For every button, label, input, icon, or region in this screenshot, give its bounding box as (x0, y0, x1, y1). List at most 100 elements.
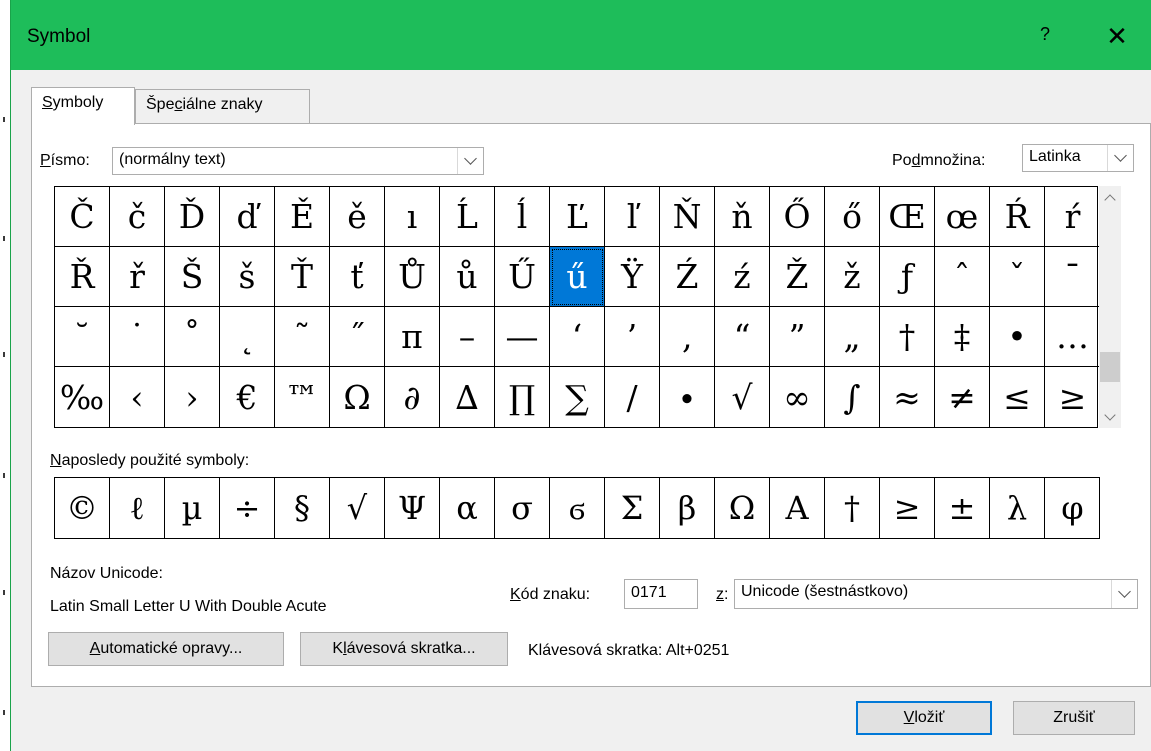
symbol-cell[interactable]: › (165, 367, 220, 427)
insert-button[interactable]: Vložiť (856, 701, 992, 735)
symbol-cell[interactable]: ˝ (330, 307, 385, 367)
symbol-cell[interactable]: č (110, 187, 165, 247)
subset-dropdown-arrow[interactable] (1107, 145, 1133, 171)
autocorrect-button[interactable]: Automatické opravy... (48, 632, 284, 666)
symbol-cell[interactable]: ∏ (495, 367, 550, 427)
symbol-cell[interactable]: ĺ (495, 187, 550, 247)
symbol-cell[interactable]: Ű (495, 247, 550, 307)
symbol-cell[interactable]: ˘ (55, 307, 110, 367)
symbol-cell[interactable]: ≤ (990, 367, 1045, 427)
char-code-input[interactable]: 0171 (624, 579, 698, 609)
symbol-cell[interactable]: ∆ (440, 367, 495, 427)
symbol-cell[interactable]: ™ (275, 367, 330, 427)
symbol-cell[interactable]: Č (55, 187, 110, 247)
symbol-cell[interactable]: Ď (165, 187, 220, 247)
symbol-cell[interactable]: ∕ (605, 367, 660, 427)
close-button[interactable]: ✕ (1097, 16, 1137, 56)
symbol-cell[interactable]: • (990, 307, 1045, 367)
symbol-cell[interactable]: † (880, 307, 935, 367)
recent-symbol-cell[interactable]: α (440, 478, 495, 538)
code-from-select[interactable]: Unicode (šestnástkovo) (734, 579, 1138, 609)
symbol-cell[interactable]: ž (825, 247, 880, 307)
symbol-cell[interactable]: ƒ (880, 247, 935, 307)
recent-symbol-cell[interactable]: A (770, 478, 825, 538)
symbol-cell[interactable]: ř (110, 247, 165, 307)
symbol-cell[interactable]: € (220, 367, 275, 427)
recent-symbol-cell[interactable]: β (660, 478, 715, 538)
symbol-cell[interactable]: Ÿ (605, 247, 660, 307)
symbol-cell[interactable]: Ľ (550, 187, 605, 247)
symbol-cell[interactable]: ŕ (1045, 187, 1100, 247)
symbol-cell[interactable]: ő (825, 187, 880, 247)
recent-symbol-cell[interactable]: √ (330, 478, 385, 538)
tab-special-characters[interactable]: Špeciálne znaky (135, 89, 310, 125)
symbol-cell[interactable]: Ź (660, 247, 715, 307)
symbol-cell[interactable]: “ (715, 307, 770, 367)
symbol-cell[interactable]: ť (330, 247, 385, 307)
symbol-cell[interactable]: ˚ (165, 307, 220, 367)
recent-symbol-cell[interactable]: φ (1045, 478, 1100, 538)
symbol-cell[interactable]: ‹ (110, 367, 165, 427)
symbol-cell[interactable]: ˙ (110, 307, 165, 367)
symbol-cell[interactable]: π (385, 307, 440, 367)
scroll-down-button[interactable] (1099, 406, 1121, 428)
symbol-cell[interactable]: œ (935, 187, 990, 247)
subset-select[interactable]: Latinka (1022, 144, 1134, 172)
recent-symbol-cell[interactable]: ℓ (110, 478, 165, 538)
symbol-cell[interactable]: — (495, 307, 550, 367)
symbol-cell[interactable]: š (220, 247, 275, 307)
symbol-cell[interactable]: ≠ (935, 367, 990, 427)
recent-symbol-cell[interactable]: § (275, 478, 330, 538)
recent-symbol-cell[interactable]: ϭ (550, 478, 605, 538)
symbol-cell[interactable]: ∫ (825, 367, 880, 427)
tab-symbols[interactable]: Symboly (31, 87, 135, 125)
symbol-cell[interactable]: Ő (770, 187, 825, 247)
symbol-cell[interactable]: ∞ (770, 367, 825, 427)
symbol-cell[interactable]: ď (220, 187, 275, 247)
symbol-cell[interactable]: Ů (385, 247, 440, 307)
symbol-cell[interactable]: – (440, 307, 495, 367)
symbol-cell[interactable]: √ (715, 367, 770, 427)
symbol-cell[interactable]: ˆ (935, 247, 990, 307)
scroll-up-button[interactable] (1099, 186, 1121, 208)
code-from-dropdown-arrow[interactable] (1111, 580, 1137, 608)
recent-symbol-cell[interactable]: ÷ (220, 478, 275, 538)
symbol-cell[interactable]: ˛ (220, 307, 275, 367)
symbol-cell[interactable]: ‡ (935, 307, 990, 367)
symbol-grid-scrollbar[interactable] (1099, 186, 1121, 428)
font-select[interactable]: (normálny text) (112, 147, 484, 175)
recent-symbol-cell[interactable]: Σ (605, 478, 660, 538)
font-dropdown-arrow[interactable] (457, 148, 483, 174)
symbol-cell[interactable]: ň (715, 187, 770, 247)
symbol-cell[interactable]: ź (715, 247, 770, 307)
scroll-thumb[interactable] (1100, 352, 1120, 382)
help-button[interactable]: ? (1030, 24, 1060, 45)
symbol-cell[interactable]: ˜ (275, 307, 330, 367)
symbol-cell[interactable]: Œ (880, 187, 935, 247)
symbol-cell[interactable]: ∂ (385, 367, 440, 427)
recent-symbol-cell[interactable]: Ψ (385, 478, 440, 538)
symbol-cell[interactable]: Ŕ (990, 187, 1045, 247)
symbol-cell[interactable]: ≈ (880, 367, 935, 427)
symbol-cell[interactable]: ů (440, 247, 495, 307)
symbol-cell[interactable]: „ (825, 307, 880, 367)
symbol-cell[interactable]: Ť (275, 247, 330, 307)
symbol-cell[interactable]: ľ (605, 187, 660, 247)
symbol-cell[interactable]: ‚ (660, 307, 715, 367)
recent-symbol-cell[interactable]: λ (990, 478, 1045, 538)
symbol-cell[interactable]: ‰ (55, 367, 110, 427)
recent-symbol-cell[interactable]: µ (165, 478, 220, 538)
symbol-cell[interactable]: ∙ (660, 367, 715, 427)
cancel-button[interactable]: Zrušiť (1013, 701, 1135, 735)
symbol-cell[interactable]: Ĺ (440, 187, 495, 247)
symbol-cell[interactable]: Š (165, 247, 220, 307)
symbol-cell[interactable]: ‘ (550, 307, 605, 367)
recent-symbol-cell[interactable]: ± (935, 478, 990, 538)
symbol-cell[interactable]: ’ (605, 307, 660, 367)
symbol-cell[interactable]: ” (770, 307, 825, 367)
symbol-cell[interactable]: Ř (55, 247, 110, 307)
symbol-cell[interactable]: ∑ (550, 367, 605, 427)
recent-symbol-cell[interactable]: Ω (715, 478, 770, 538)
symbol-cell[interactable]: Ω (330, 367, 385, 427)
recent-symbol-cell[interactable]: © (55, 478, 110, 538)
